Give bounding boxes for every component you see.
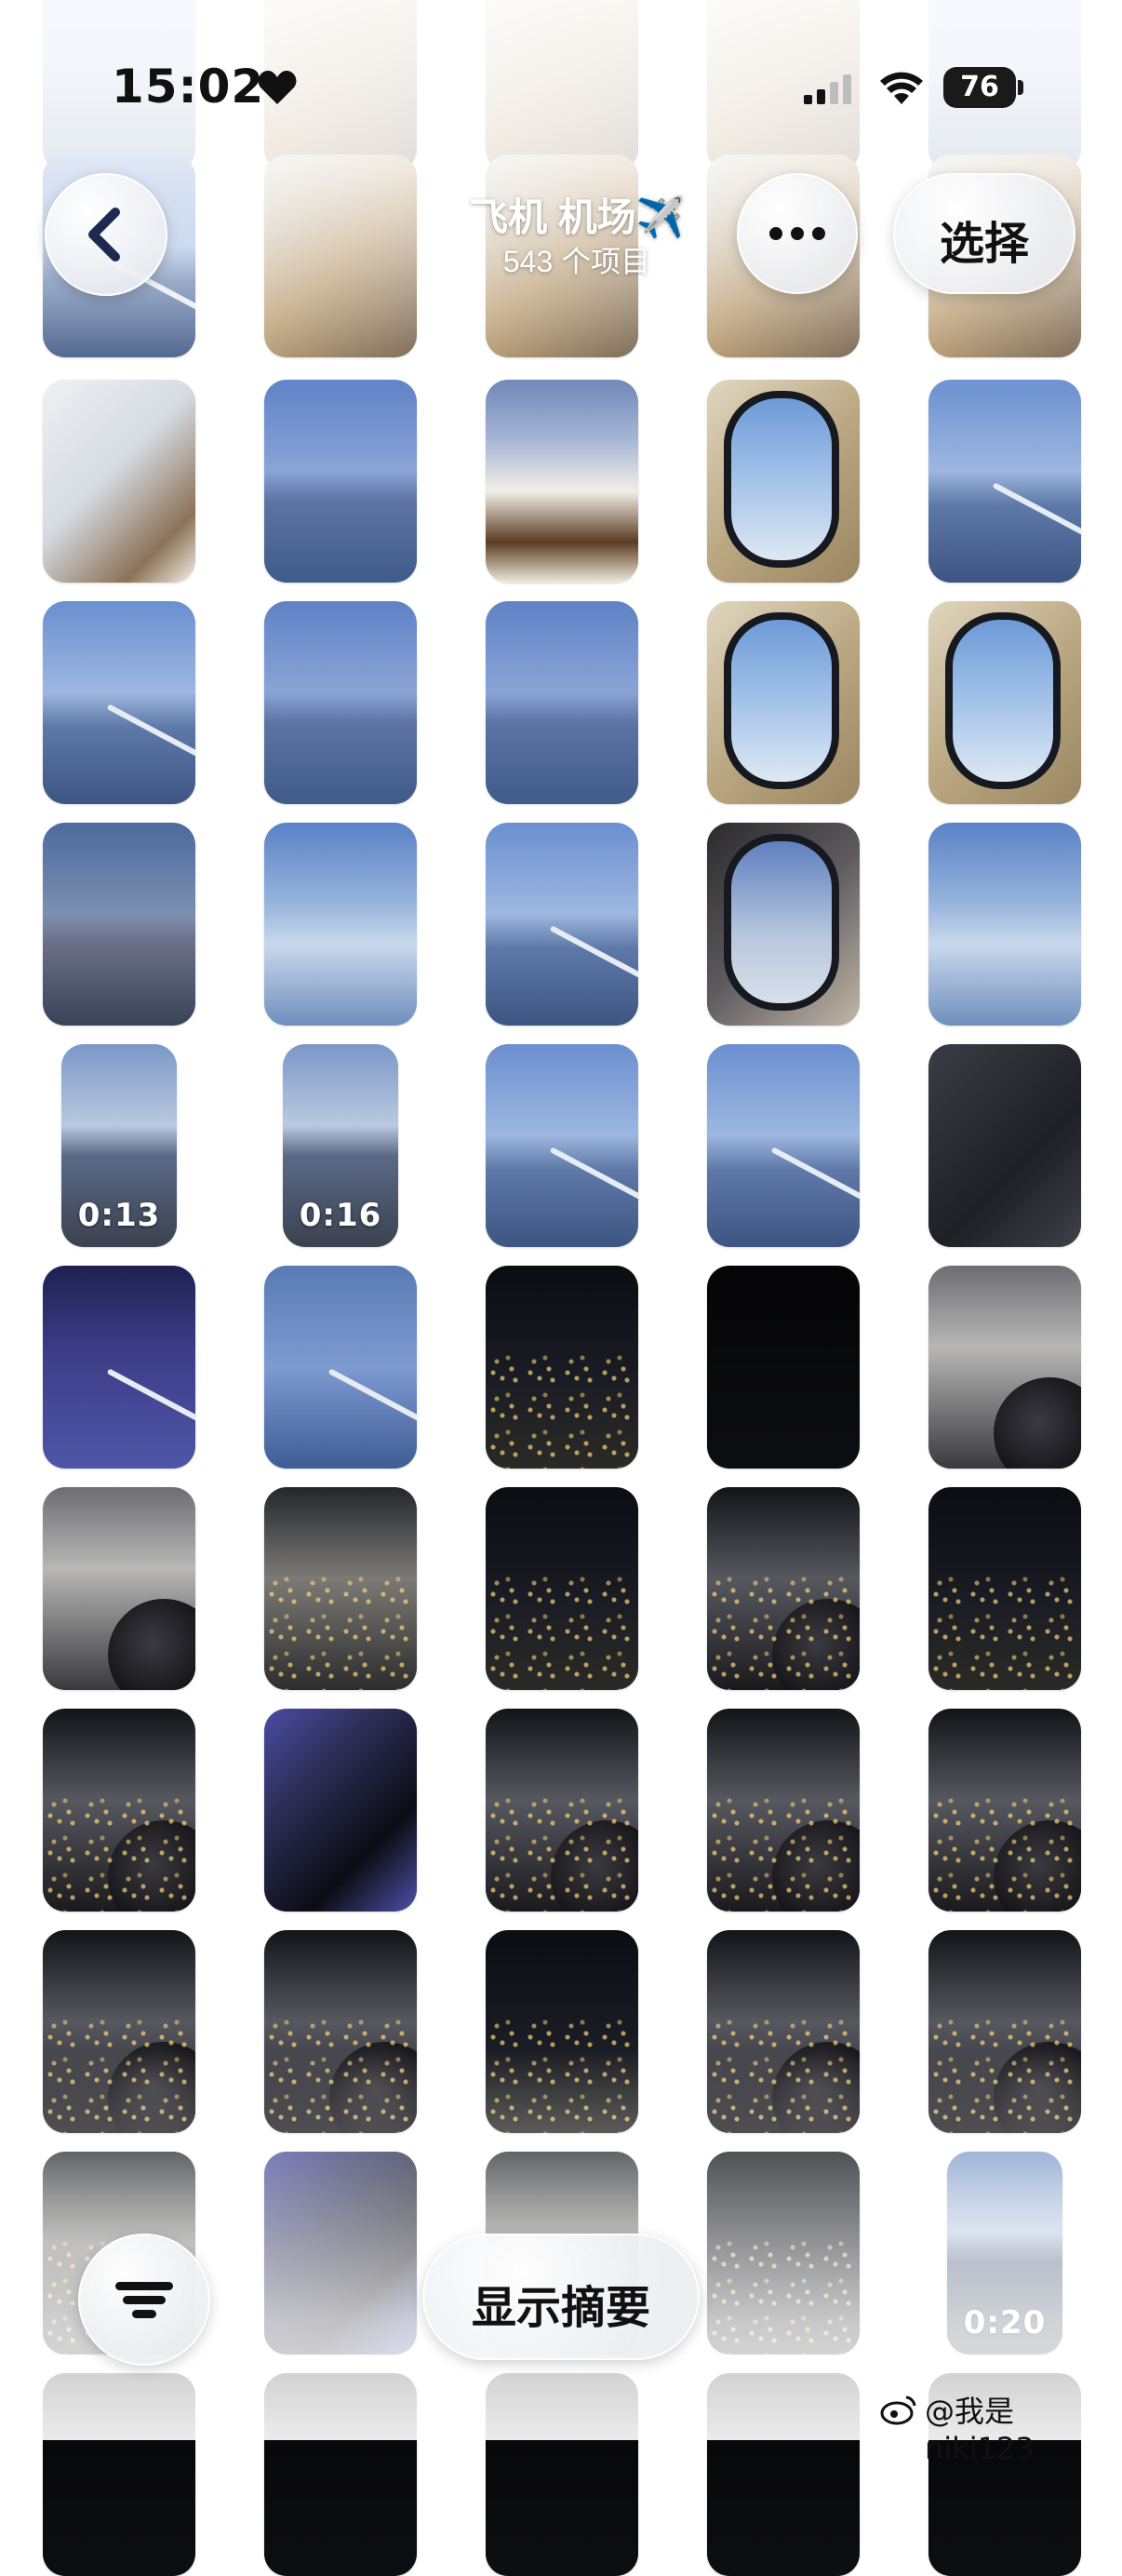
photo-thumbnail[interactable] — [264, 1930, 417, 2133]
photo-thumbnail[interactable] — [486, 380, 638, 583]
photo-thumbnail[interactable] — [43, 1930, 195, 2133]
photo-thumbnail[interactable] — [486, 601, 638, 804]
photo-thumbnail[interactable] — [486, 1709, 638, 1912]
photo-thumbnail[interactable] — [707, 601, 860, 804]
photo-thumbnail[interactable] — [43, 823, 195, 1026]
photo-thumbnail[interactable] — [43, 1487, 195, 1690]
photo-thumbnail[interactable] — [264, 380, 417, 583]
video-duration: 0:13 — [77, 1197, 161, 1234]
signal-icon — [804, 74, 851, 104]
photo-thumbnail[interactable] — [707, 823, 860, 1026]
photo-thumbnail[interactable] — [707, 380, 860, 583]
battery-cap — [1018, 80, 1023, 95]
photo-thumbnail[interactable] — [928, 1930, 1081, 2133]
select-button[interactable]: 选择 — [893, 173, 1075, 294]
back-button[interactable] — [45, 173, 167, 296]
video-duration: 0:16 — [299, 1197, 382, 1234]
show-summary-label: 显示摘要 — [471, 2284, 650, 2333]
photo-thumbnail[interactable] — [486, 1044, 638, 1247]
photo-grid: 0:13 0:16 0:20 — [0, 0, 1122, 2576]
video-thumbnail[interactable]: 0:16 — [283, 1044, 398, 1247]
status-time: 15:02 — [112, 60, 265, 114]
chevron-left-icon — [88, 208, 120, 262]
photo-thumbnail[interactable] — [486, 0, 638, 171]
more-button[interactable] — [737, 173, 858, 294]
photo-thumbnail[interactable] — [43, 2373, 195, 2576]
filter-icon — [115, 2282, 173, 2318]
photo-thumbnail[interactable] — [43, 380, 195, 583]
photo-thumbnail[interactable] — [928, 380, 1081, 583]
photo-thumbnail[interactable] — [43, 1709, 195, 1912]
item-count: 543 个项目 — [502, 245, 651, 278]
video-thumbnail[interactable]: 0:13 — [61, 1044, 177, 1247]
photo-thumbnail[interactable] — [486, 1266, 638, 1469]
show-summary-button[interactable]: 显示摘要 — [422, 2234, 700, 2360]
photo-thumbnail[interactable] — [707, 1709, 860, 1912]
photo-thumbnail[interactable] — [264, 823, 417, 1026]
photo-thumbnail[interactable] — [43, 601, 195, 804]
photo-thumbnail[interactable] — [707, 1487, 860, 1690]
photo-thumbnail[interactable] — [707, 1044, 860, 1247]
photo-thumbnail[interactable] — [928, 601, 1081, 804]
battery-level: 76 — [943, 67, 1016, 108]
photo-thumbnail[interactable] — [486, 823, 638, 1026]
wifi-icon — [880, 72, 923, 104]
photo-thumbnail[interactable] — [707, 2152, 860, 2355]
heart-icon — [258, 71, 297, 104]
select-label: 选择 — [939, 220, 1029, 269]
photo-thumbnail[interactable] — [264, 1709, 417, 1912]
photo-thumbnail[interactable] — [707, 1266, 860, 1469]
album-title: 飞机 机场✈️ — [469, 195, 685, 239]
photo-thumbnail[interactable] — [928, 1044, 1081, 1247]
photo-thumbnail[interactable] — [928, 1709, 1081, 1912]
photo-thumbnail[interactable] — [264, 2152, 417, 2355]
photo-thumbnail[interactable] — [43, 1266, 195, 1469]
ellipsis-icon — [769, 227, 825, 240]
photo-thumbnail[interactable] — [264, 1487, 417, 1690]
photo-thumbnail[interactable] — [486, 1487, 638, 1690]
photo-thumbnail[interactable] — [928, 1487, 1081, 1690]
watermark: @我是niki123 — [925, 2394, 1035, 2466]
photo-thumbnail[interactable] — [264, 2373, 417, 2576]
photo-thumbnail[interactable] — [707, 1930, 860, 2133]
photo-thumbnail[interactable] — [707, 2373, 860, 2576]
photo-thumbnail[interactable] — [486, 2373, 638, 2576]
video-thumbnail[interactable]: 0:20 — [947, 2152, 1062, 2355]
photo-thumbnail[interactable] — [928, 1266, 1081, 1469]
photo-thumbnail[interactable] — [486, 1930, 638, 2133]
weibo-icon — [880, 2395, 916, 2425]
photo-thumbnail[interactable] — [264, 1266, 417, 1469]
video-duration: 0:20 — [963, 2304, 1047, 2341]
filter-button[interactable] — [78, 2234, 210, 2366]
photo-thumbnail[interactable] — [264, 601, 417, 804]
photo-thumbnail[interactable] — [928, 823, 1081, 1026]
